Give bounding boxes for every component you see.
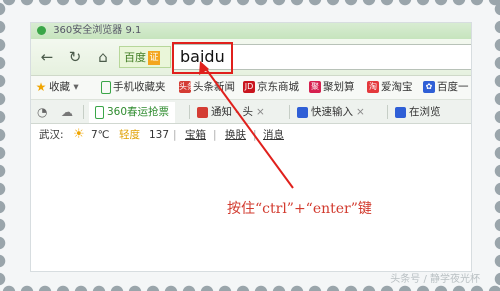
- tab-divider: [189, 105, 190, 119]
- close-icon[interactable]: ×: [356, 106, 365, 118]
- window-titlebar: 360安全浏览器 9.1: [31, 23, 471, 39]
- annotation-text: 按住“ctrl”+“enter”键: [227, 201, 372, 217]
- toutiao-icon: [197, 106, 208, 118]
- tab-360-ticket[interactable]: 360春运抢票: [89, 102, 176, 123]
- phone-icon: [95, 105, 104, 119]
- jd-icon: JD: [243, 81, 255, 93]
- paw-icon: [297, 106, 308, 118]
- temperature: 7℃: [91, 129, 110, 141]
- stamp-frame: 360安全浏览器 9.1 ← ↻ ⌂ 百度证 baidu ★ 收藏 ▾ 手机收藏夹…: [0, 0, 500, 291]
- refresh-icon[interactable]: ↻: [65, 47, 85, 67]
- bookmark-juhuasuan[interactable]: 聚聚划算: [309, 76, 355, 99]
- tab-divider: [83, 105, 84, 119]
- sun-cloud-icon: ☀: [73, 127, 85, 142]
- bookmark-favorites[interactable]: ★ 收藏 ▾: [35, 76, 79, 99]
- toutiao-icon: 头条: [179, 81, 195, 93]
- home-icon[interactable]: ⌂: [93, 47, 113, 67]
- tab-browsing[interactable]: 在浏览: [395, 102, 441, 123]
- bookmark-toutiao[interactable]: 头条头条新闻: [179, 76, 235, 99]
- tab-quick-input[interactable]: 快速输入 ×: [297, 102, 365, 123]
- cert-seal-icon: 证: [148, 51, 160, 65]
- skin-link[interactable]: 换肤: [225, 124, 246, 146]
- tab-strip: ◔ ☁ 360春运抢票 通知 - 头 × 快速输入 × 在浏览: [31, 100, 471, 124]
- star-icon: ★: [35, 80, 47, 94]
- tab-divider: [289, 105, 290, 119]
- cloud-icon[interactable]: ☁: [61, 102, 73, 123]
- paw-icon: ✿: [423, 81, 435, 93]
- navigation-bar: ← ↻ ⌂ 百度证 baidu: [31, 39, 471, 76]
- browser-screenshot: 360安全浏览器 9.1 ← ↻ ⌂ 百度证 baidu ★ 收藏 ▾ 手机收藏夹…: [30, 22, 472, 272]
- bookmark-aitaobao[interactable]: 淘爱淘宝: [367, 76, 413, 99]
- divider: |: [173, 129, 177, 141]
- tab-notice[interactable]: 通知 - 头 ×: [197, 102, 265, 123]
- window-title: 360安全浏览器 9.1: [53, 25, 142, 36]
- phone-icon: [101, 80, 111, 94]
- weather-info-bar: 武汉: ☀ 7℃ 轻度 137 | 宝箱 | 换肤 | 消息: [31, 124, 471, 146]
- tab-history-icon[interactable]: ◔: [37, 102, 47, 123]
- watermark: 头条号 / 静学夜光杯: [390, 274, 480, 285]
- cert-label: 百度: [124, 51, 146, 64]
- browser-logo-icon: [37, 25, 46, 35]
- close-icon[interactable]: ×: [256, 106, 265, 118]
- aqi-value: 137: [149, 129, 170, 141]
- divider: |: [253, 129, 257, 141]
- tab-divider: [387, 105, 388, 119]
- paw-icon: [395, 106, 406, 118]
- juhuasuan-icon: 聚: [309, 81, 321, 93]
- news-link[interactable]: 消息: [263, 124, 284, 146]
- treasure-link[interactable]: 宝箱: [185, 124, 206, 146]
- site-certificate-badge[interactable]: 百度证: [119, 46, 171, 68]
- bookmarks-bar: ★ 收藏 ▾ 手机收藏夹 头条头条新闻 JD 京东商城 聚聚划算 淘爱淘宝 ✿ 百度一: [31, 76, 471, 100]
- highlight-box: [172, 42, 233, 74]
- aqi-label: 轻度: [119, 129, 140, 141]
- aitaobao-icon: 淘: [367, 81, 379, 93]
- bookmark-jd[interactable]: JD 京东商城: [243, 76, 299, 99]
- back-arrow-icon[interactable]: ←: [37, 47, 57, 67]
- city-label: 武汉:: [39, 129, 64, 141]
- bookmark-mobile-favorites[interactable]: 手机收藏夹: [101, 76, 166, 99]
- divider: |: [213, 129, 217, 141]
- bookmark-baidu[interactable]: ✿ 百度一: [423, 76, 469, 99]
